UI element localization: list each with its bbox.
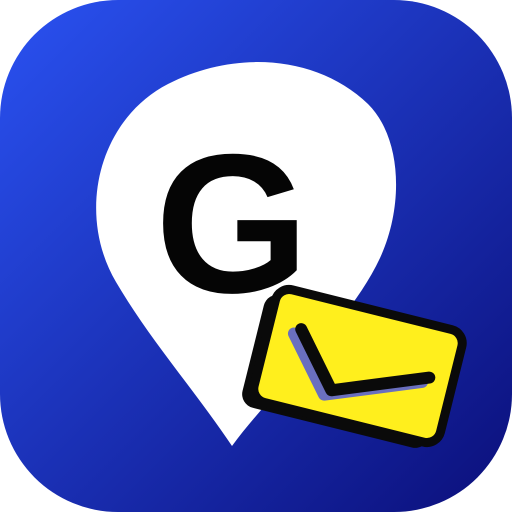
app-icon-container: G [0, 0, 512, 512]
app-icon[interactable]: G [0, 0, 512, 512]
